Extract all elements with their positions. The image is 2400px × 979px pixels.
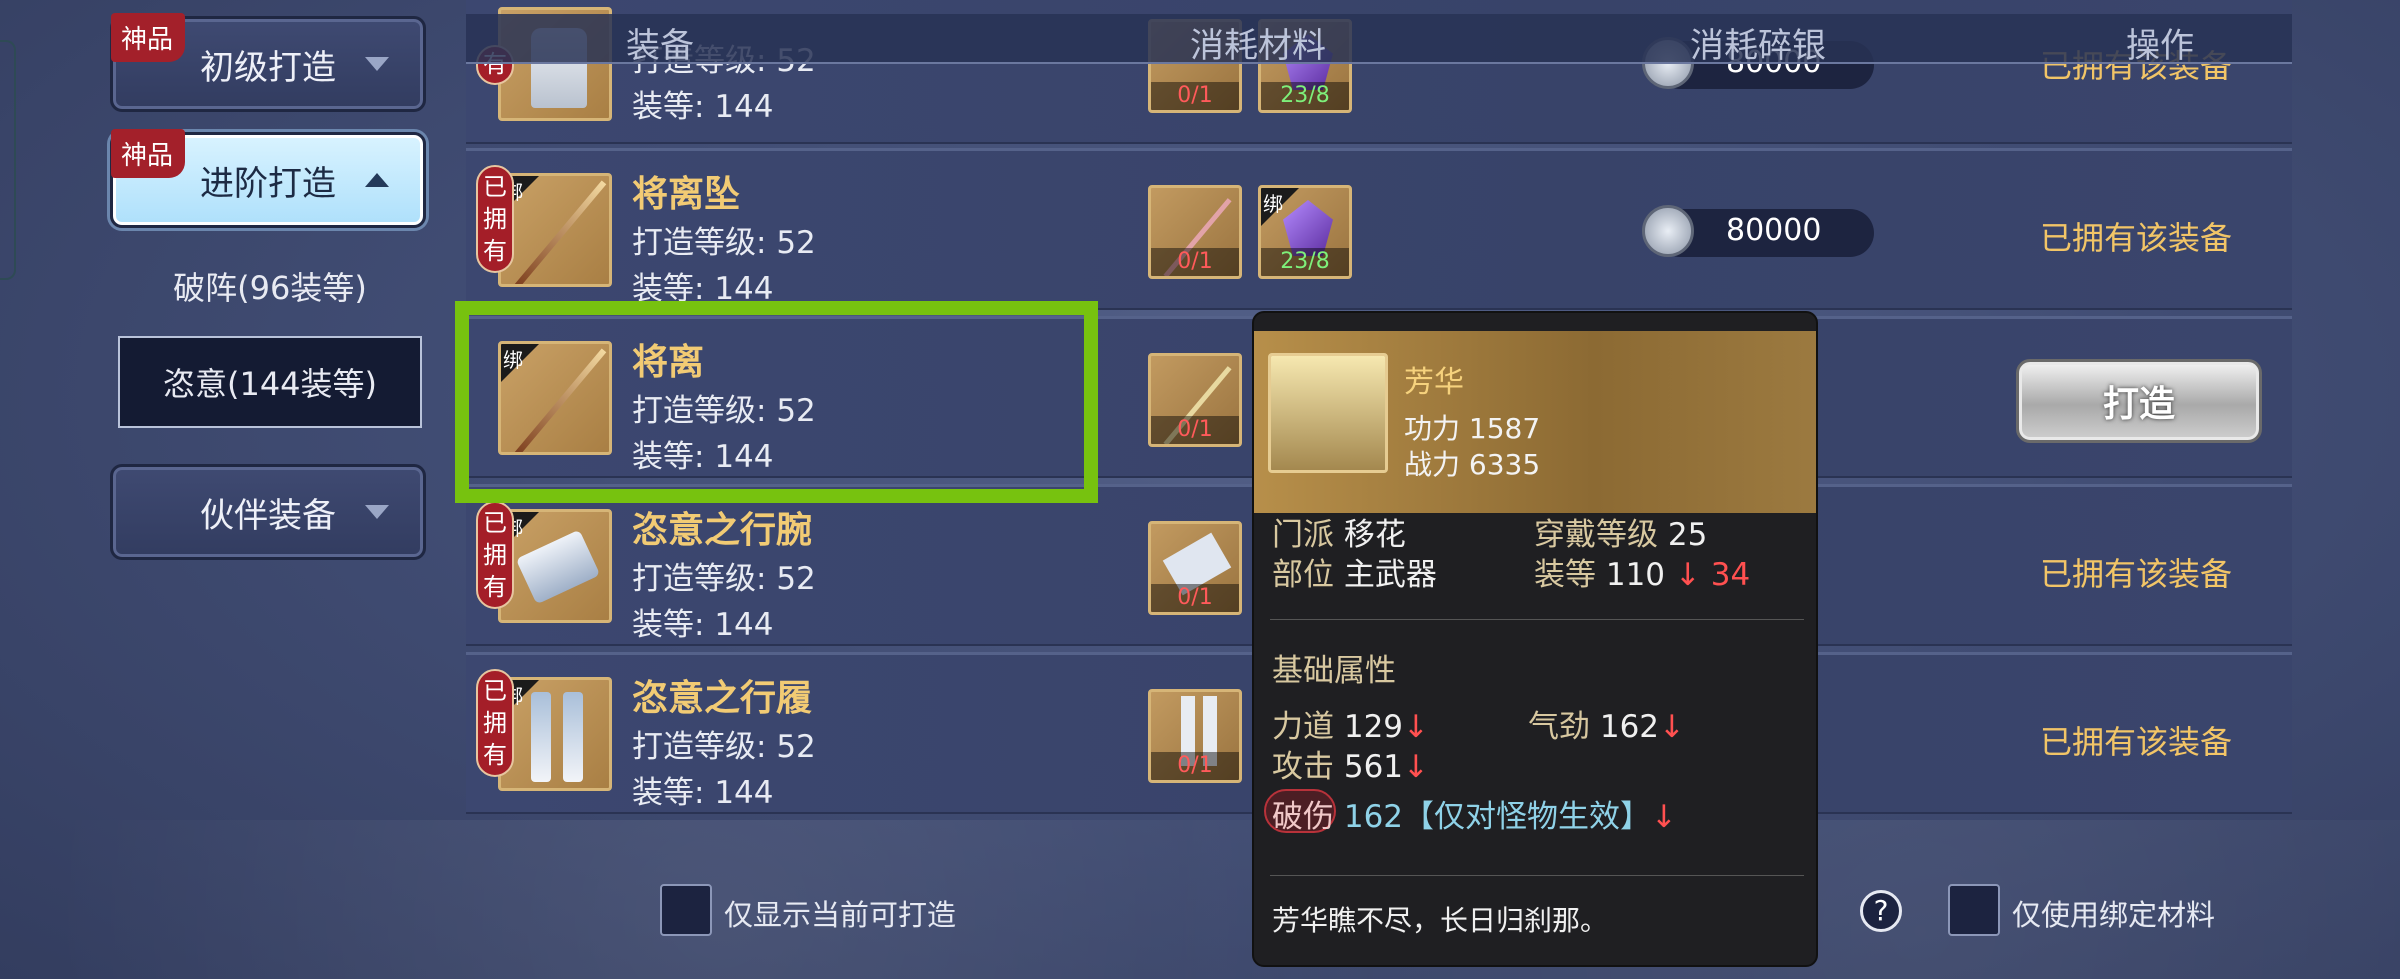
show-forgeable-label: 仅显示当前可打造	[724, 898, 957, 932]
category-label: 初级打造	[200, 47, 336, 88]
sub-category-ziyi[interactable]: 恣意(144装等)	[118, 336, 422, 428]
forge-level: 打造等级: 52	[632, 561, 816, 597]
header-equipment: 装备	[626, 26, 694, 66]
selection-highlight	[455, 301, 1098, 503]
bound-materials-checkbox[interactable]	[1948, 884, 2000, 936]
show-forgeable-checkbox[interactable]	[660, 884, 712, 936]
tooltip-school: 门派 移花	[1272, 517, 1406, 553]
tooltip-header: 芳华 功力 1587 战力 6335	[1254, 331, 1816, 513]
left-edge-tab[interactable]	[0, 40, 16, 280]
header-action: 操作	[2126, 26, 2194, 66]
gear-score: 装等: 144	[632, 775, 774, 811]
tooltip-attr-qijin: 气劲 162↓	[1528, 709, 1686, 745]
wrist-guard-icon: 绑	[498, 509, 612, 623]
tooltip-attr-strength: 力道 129↓	[1272, 709, 1430, 745]
header-materials: 消耗材料	[1190, 26, 1326, 66]
divider	[1270, 619, 1804, 620]
forge-button[interactable]: 打造	[2016, 359, 2262, 443]
tooltip-gear-score: 装等 110 ↓ 34	[1534, 557, 1751, 593]
gear-score: 装等: 144	[632, 89, 774, 125]
forge-level: 打造等级: 52	[632, 729, 816, 765]
equipment-name: 恣意之行履	[632, 678, 813, 719]
owned-tag: 已拥有	[476, 669, 514, 777]
chevron-down-icon	[365, 505, 389, 519]
table-row[interactable]: 绑 已拥有 将离坠 打造等级: 52 装等: 144 0/1 绑23/8 800…	[466, 148, 2292, 310]
tooltip-pierce: 破伤 162【仅对怪物生效】↓	[1272, 799, 1678, 835]
tooltip-wear-level: 穿戴等级 25	[1534, 517, 1708, 553]
boots-icon: 绑	[498, 677, 612, 791]
owned-tag: 已拥有	[476, 501, 514, 609]
material-slot[interactable]: 绑 23/8	[1258, 185, 1352, 279]
category-advanced-forge[interactable]: 神品 进阶打造	[110, 129, 426, 228]
header-silver: 消耗碎银	[1690, 26, 1826, 66]
category-partner-equipment[interactable]: 伙伴装备	[110, 464, 426, 560]
divine-tag: 神品	[111, 13, 186, 62]
bound-materials-label: 仅使用绑定材料	[2012, 898, 2216, 932]
tooltip-slot: 部位 主武器	[1272, 557, 1437, 593]
tooltip-power: 功力 1587	[1404, 412, 1541, 445]
tooltip-item-name: 芳华	[1404, 365, 1464, 400]
silver-coin-icon	[1642, 205, 1694, 257]
sub-category-pozhen[interactable]: 破阵(96装等)	[118, 240, 422, 332]
category-label: 伙伴装备	[200, 495, 336, 536]
tooltip-base-attrs-title: 基础属性	[1272, 653, 1396, 689]
divine-tag: 神品	[111, 129, 186, 178]
material-slot[interactable]: 0/1	[1148, 521, 1242, 615]
chevron-down-icon	[365, 57, 389, 71]
owned-status: 已拥有该装备	[2040, 219, 2233, 257]
pendant-icon: 绑	[498, 173, 612, 287]
tooltip-combat-power: 战力 6335	[1404, 448, 1541, 481]
staff-icon	[1268, 353, 1388, 473]
category-basic-forge[interactable]: 神品 初级打造	[110, 13, 426, 112]
silver-cost: 80000	[1642, 205, 1874, 257]
forge-level: 打造等级: 52	[632, 225, 816, 261]
equipment-name: 将离坠	[632, 174, 741, 215]
item-tooltip: 芳华 功力 1587 战力 6335 门派 移花 穿戴等级 25 部位 主武器 …	[1252, 311, 1818, 967]
gear-score: 装等: 144	[632, 607, 774, 643]
owned-tag: 已拥有	[476, 165, 514, 273]
tooltip-flavor-text: 芳华瞧不尽，长日归刹那。	[1272, 904, 1609, 937]
owned-status: 已拥有该装备	[2040, 723, 2233, 761]
equipment-name: 恣意之行腕	[632, 510, 813, 551]
category-label: 进阶打造	[200, 163, 336, 204]
tooltip-attr-attack: 攻击 561↓	[1272, 749, 1430, 785]
material-slot[interactable]: 0/1	[1148, 185, 1242, 279]
material-slot[interactable]: 0/1	[1148, 689, 1242, 783]
table-header: 装备 消耗材料 消耗碎银 操作	[466, 14, 2292, 66]
material-slot[interactable]: 0/1	[1148, 353, 1242, 447]
divider	[1270, 875, 1804, 876]
chevron-up-icon	[365, 173, 389, 187]
help-icon[interactable]: ?	[1860, 890, 1902, 932]
owned-status: 已拥有该装备	[2040, 555, 2233, 593]
